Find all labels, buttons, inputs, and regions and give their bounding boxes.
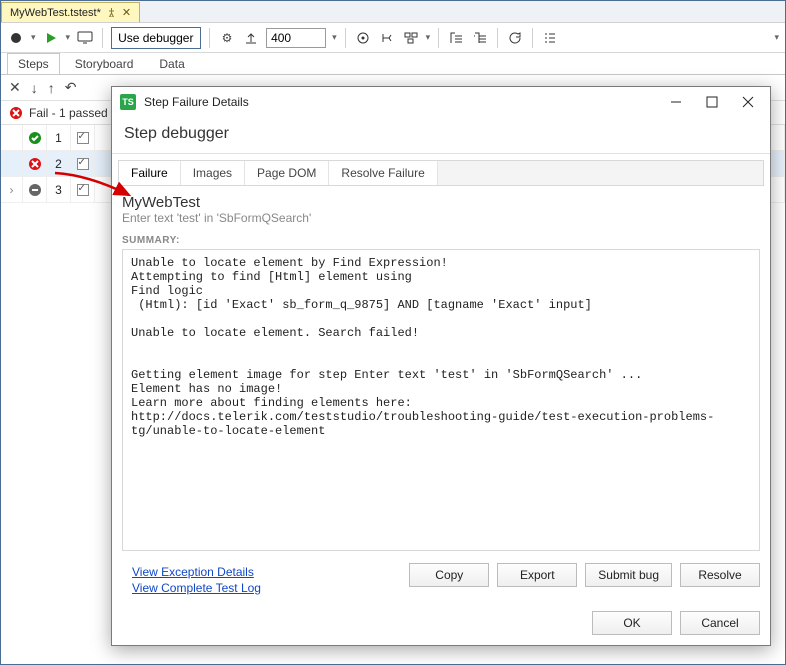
play-icon[interactable]: [42, 29, 60, 47]
group-icon[interactable]: [402, 29, 420, 47]
move-down-icon[interactable]: ↓: [31, 80, 38, 96]
step-enabled-checkbox[interactable]: [77, 158, 89, 170]
skip-icon: [28, 183, 42, 197]
tab-images[interactable]: Images: [181, 161, 245, 185]
indent-icon[interactable]: [471, 29, 489, 47]
step-failure-dialog: TS Step Failure Details Step debugger Fa…: [111, 86, 771, 646]
group-dropdown-icon[interactable]: ▾: [426, 32, 431, 43]
pass-icon: [28, 131, 42, 145]
view-log-link[interactable]: View Complete Test Log: [132, 581, 391, 595]
delay-dropdown-icon[interactable]: ▾: [332, 32, 337, 43]
tab-page-dom[interactable]: Page DOM: [245, 161, 329, 185]
minimize-icon[interactable]: [662, 91, 690, 113]
list-icon[interactable]: [541, 29, 559, 47]
dialog-links: View Exception Details View Complete Tes…: [122, 563, 401, 601]
fail-flag-icon: [9, 106, 23, 120]
run-status-badge: Fail - 1 passed: [9, 106, 108, 120]
file-tab-strip: MyWebTest.tstest* ✕: [1, 1, 785, 23]
refresh-icon[interactable]: [506, 29, 524, 47]
target-icon[interactable]: [354, 29, 372, 47]
tab-steps[interactable]: Steps: [7, 53, 60, 74]
tab-storyboard[interactable]: Storyboard: [64, 53, 145, 74]
submit-bug-button[interactable]: Submit bug: [585, 563, 672, 587]
app-icon: TS: [120, 94, 136, 110]
main-toolbar: ▾ ▾ ⚙ ▾ ▾ ▾: [1, 23, 785, 53]
failure-test-name: MyWebTest: [122, 194, 760, 211]
run-status-text: Fail - 1 passed: [29, 106, 108, 120]
expand-icon[interactable]: ›: [1, 177, 23, 202]
failure-summary-text[interactable]: Unable to locate element by Find Express…: [122, 249, 760, 551]
panel-tabs: Steps Storyboard Data: [1, 53, 785, 75]
file-tab[interactable]: MyWebTest.tstest* ✕: [1, 2, 140, 22]
dialog-title: Step Failure Details: [144, 95, 654, 109]
branch-icon[interactable]: [378, 29, 396, 47]
step-enabled-checkbox[interactable]: [77, 132, 89, 144]
ok-button[interactable]: OK: [592, 611, 672, 635]
dialog-subtitle: Step debugger: [112, 117, 770, 154]
pin-icon[interactable]: [107, 8, 116, 17]
dialog-titlebar: TS Step Failure Details: [112, 87, 770, 117]
tab-failure[interactable]: Failure: [119, 161, 181, 185]
monitor-icon[interactable]: [76, 29, 94, 47]
summary-label: SUMMARY:: [122, 235, 760, 246]
step-enabled-checkbox[interactable]: [77, 184, 89, 196]
file-tab-label: MyWebTest.tstest*: [10, 7, 101, 19]
record-icon[interactable]: [7, 29, 25, 47]
copy-button[interactable]: Copy: [409, 563, 489, 587]
close-icon[interactable]: ✕: [122, 6, 131, 19]
tab-data[interactable]: Data: [148, 53, 195, 74]
tab-resolve-failure[interactable]: Resolve Failure: [329, 161, 437, 185]
dialog-tabs: Failure Images Page DOM Resolve Failure: [118, 160, 764, 186]
failure-step-description: Enter text 'test' in 'SbFormQSearch': [122, 211, 760, 225]
view-exception-link[interactable]: View Exception Details: [132, 565, 391, 579]
delete-step-icon[interactable]: ✕: [9, 79, 21, 96]
step-number: 1: [47, 125, 71, 150]
fail-icon: [28, 157, 42, 171]
undo-icon[interactable]: ↶: [65, 79, 77, 96]
export-button[interactable]: Export: [497, 563, 577, 587]
cancel-button[interactable]: Cancel: [680, 611, 760, 635]
step-number: 3: [47, 177, 71, 202]
outdent-icon[interactable]: [447, 29, 465, 47]
play-dropdown-icon[interactable]: ▾: [66, 32, 71, 43]
record-dropdown-icon[interactable]: ▾: [31, 32, 36, 43]
delay-input[interactable]: [266, 28, 326, 48]
maximize-icon[interactable]: [698, 91, 726, 113]
close-icon[interactable]: [734, 91, 762, 113]
overflow-icon[interactable]: ▾: [774, 32, 779, 43]
move-up-icon[interactable]: ↑: [48, 80, 55, 96]
debug-mode-input[interactable]: [111, 27, 201, 49]
resolve-button[interactable]: Resolve: [680, 563, 760, 587]
upload-icon[interactable]: [242, 29, 260, 47]
gear-icon[interactable]: ⚙: [218, 29, 236, 47]
step-number: 2: [47, 151, 71, 176]
